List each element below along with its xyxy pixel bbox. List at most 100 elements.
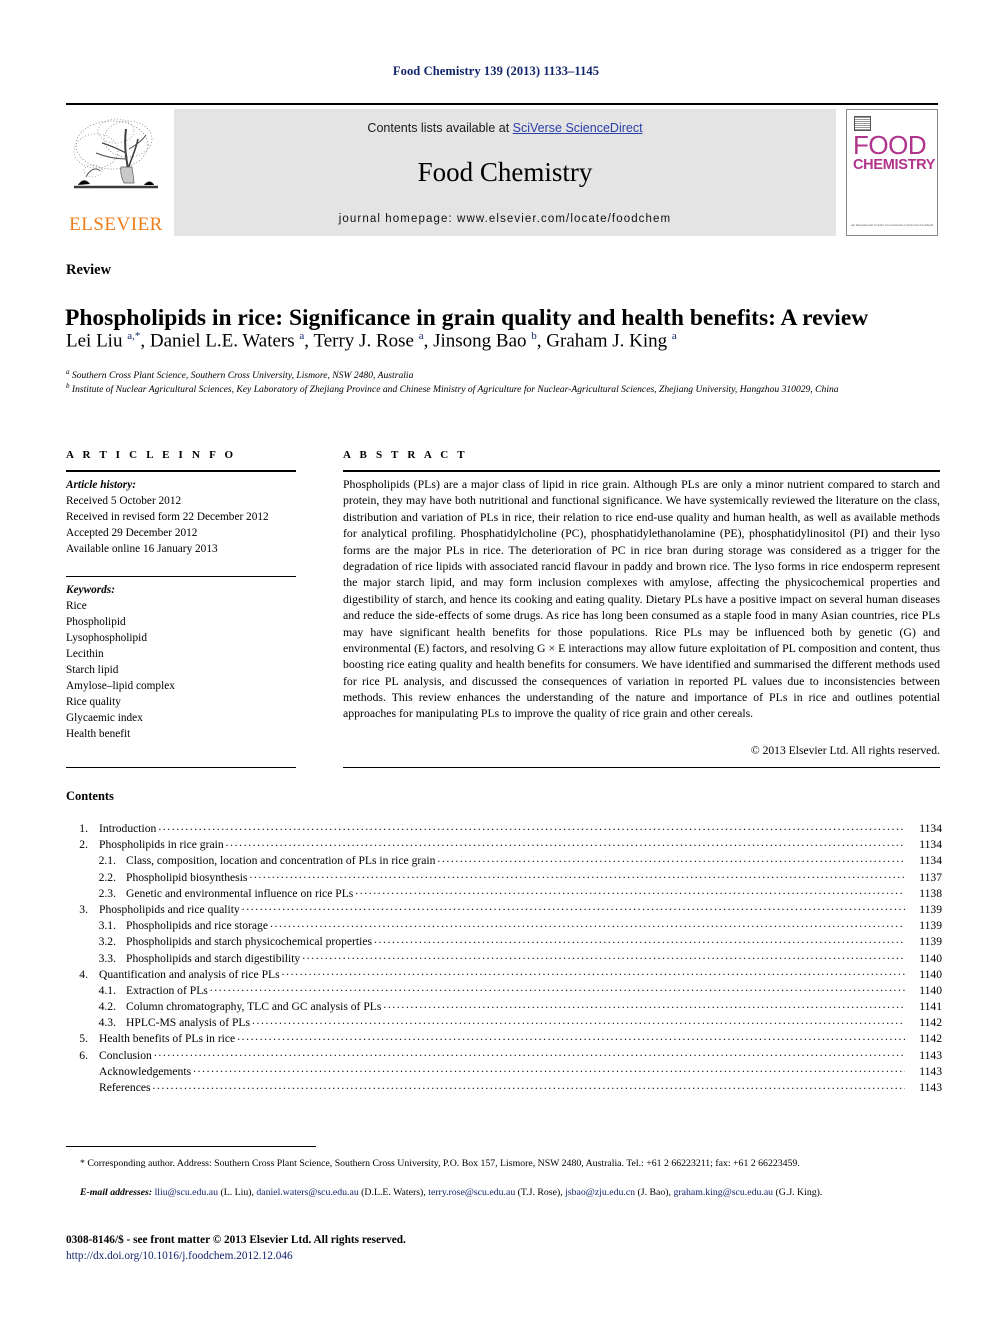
contents-lists-prefix: Contents lists available at: [367, 121, 513, 135]
history-item: Accepted 29 December 2012: [66, 527, 198, 540]
toc-entry-label: Acknowledgements: [99, 1064, 192, 1078]
toc-leader-dots: ........................................…: [281, 965, 905, 979]
keyword-item: Starch lipid: [66, 664, 119, 677]
affiliation-b-text: Institute of Nuclear Agricultural Scienc…: [71, 384, 839, 396]
email-address[interactable]: jsbao@zju.edu.cn: [565, 1187, 635, 1198]
toc-entry-page: 1139: [919, 935, 942, 949]
toc-entry-label: Health benefits of PLs in rice: [99, 1032, 236, 1046]
toc-entry-page: 1143: [919, 1081, 942, 1094]
history-item: Received 5 October 2012: [66, 495, 182, 508]
running-head: Food Chemistry 139 (2013) 1133–1145: [392, 64, 600, 78]
abstract-divider-top: [343, 470, 940, 472]
contents-heading: Contents: [66, 789, 114, 803]
abstract-divider-bottom: [343, 767, 940, 768]
journal-homepage[interactable]: journal homepage: www.elsevier.com/locat…: [174, 213, 836, 225]
toc-entry-page: 1138: [919, 886, 942, 900]
email-addresses-label: E-mail addresses:: [80, 1187, 153, 1198]
email-owner: (L. Liu),: [218, 1187, 254, 1198]
toc-leader-dots: ........................................…: [252, 1013, 905, 1027]
contents-lists-line: Contents lists available at SciVerse Sci…: [174, 121, 836, 135]
keyword-item: Lecithin: [66, 648, 104, 661]
email-address[interactable]: lliu@scu.edu.au: [155, 1187, 218, 1198]
journal-article-page: Food Chemistry 139 (2013) 1133–1145 ELSE…: [0, 0, 992, 1323]
toc-entry-label: Phospholipids and rice storage: [126, 919, 269, 933]
toc-entry-number: 1.: [79, 822, 88, 835]
keyword-item: Health benefit: [66, 728, 131, 741]
author-list: Lei Liu a,*, Daniel L.E. Waters a, Terry…: [66, 330, 677, 352]
doi-link[interactable]: http://dx.doi.org/10.1016/j.foodchem.201…: [66, 1248, 666, 1264]
toc-entry-number: 4.: [79, 967, 88, 981]
toc-entry-label: Phospholipids and starch digestibility: [126, 951, 301, 965]
toc-entry-number: 2.2.: [98, 870, 116, 884]
toc-entry-page: 1142: [919, 1032, 942, 1046]
toc-entry-page: 1137: [919, 870, 942, 884]
toc-leader-dots: ........................................…: [302, 949, 905, 962]
toc-entry[interactable]: References..............................…: [66, 1078, 942, 1097]
toc-leader-dots: ........................................…: [249, 868, 905, 882]
toc-entry-label: Phospholipids and starch physicochemical…: [126, 935, 372, 949]
article-info-heading: A R T I C L E I N F O: [66, 449, 237, 461]
cover-footer-text: An International Journal www.elsevier.co…: [850, 222, 934, 227]
toc-entry-page: 1143: [919, 1064, 942, 1078]
email-owner: (T.J. Rose),: [515, 1187, 563, 1198]
toc-entry-number: 3.3.: [98, 951, 116, 965]
toc-entry-number: 3.1.: [98, 919, 116, 933]
elsevier-logo: ELSEVIER: [66, 109, 166, 236]
toc-leader-dots: ........................................…: [193, 1062, 905, 1076]
keyword-item: Rice: [66, 600, 87, 613]
toc-entry-page: 1134: [919, 822, 942, 835]
affiliation-a: a Southern Cross Plant Science, Southern…: [66, 368, 414, 382]
toc-entry-page: 1134: [919, 838, 942, 852]
toc-entry-label: HPLC-MS analysis of PLs: [126, 1016, 250, 1030]
toc-leader-dots: ........................................…: [270, 916, 905, 930]
email-address-list: lliu@scu.edu.au (L. Liu), daniel.waters@…: [155, 1187, 823, 1198]
email-address[interactable]: terry.rose@scu.edu.au: [428, 1187, 515, 1198]
journal-masthead: ELSEVIER Contents lists available at Sci…: [66, 103, 938, 236]
abstract-text: Phospholipids (PLs) are a major class of…: [343, 477, 940, 721]
toc-entry-page: 1142: [919, 1016, 942, 1030]
article-history-label: Article history:: [66, 479, 136, 491]
elsevier-wordmark: ELSEVIER: [69, 214, 163, 235]
toc-entry-label: Column chromatography, TLC and GC analys…: [126, 1000, 382, 1014]
table-of-contents: 1. Introduction..........................…: [66, 820, 942, 1097]
abstract-heading: A B S T R A C T: [343, 449, 468, 461]
toc-entry-number: 6.: [79, 1048, 88, 1062]
toc-entry-label: References: [99, 1081, 151, 1094]
sciencedirect-link[interactable]: SciVerse ScienceDirect: [513, 121, 643, 135]
toc-entry-number: 2.: [79, 838, 88, 852]
toc-entry-label: Introduction: [99, 822, 157, 835]
toc-entry-page: 1139: [919, 919, 942, 933]
footnote-email-addresses: E-mail addresses: lliu@scu.edu.au (L. Li…: [66, 1186, 942, 1200]
abstract-copyright: © 2013 Elsevier Ltd. All rights reserved…: [750, 744, 940, 757]
toc-entry-number: 3.2.: [98, 935, 116, 949]
toc-entry-label: Phospholipids in rice grain: [99, 838, 224, 852]
toc-leader-dots: ........................................…: [241, 900, 905, 914]
keyword-item: Rice quality: [66, 696, 121, 709]
keyword-item: Glycaemic index: [66, 712, 143, 725]
toc-entry-label: Phospholipids and rice quality: [99, 902, 240, 916]
toc-entry-label: Conclusion: [99, 1048, 152, 1062]
toc-entry-number: 3.: [79, 902, 88, 916]
journal-cover-thumbnail: FOOD CHEMISTRY An International Journal …: [846, 109, 938, 236]
toc-entry-number: 4.2.: [98, 1000, 116, 1014]
keyword-item: Lysophospholipid: [66, 632, 147, 645]
toc-entry-number: 2.3.: [98, 886, 116, 900]
toc-leader-dots: ........................................…: [225, 835, 905, 849]
cover-title-food: FOOD: [853, 130, 927, 160]
journal-banner: Contents lists available at SciVerse Sci…: [174, 109, 836, 236]
toc-leader-dots: ........................................…: [152, 1078, 906, 1092]
toc-entry-label: Class, composition, location and concent…: [126, 854, 436, 868]
toc-leader-dots: ........................................…: [153, 1046, 905, 1060]
keyword-item: Phospholipid: [66, 616, 126, 629]
email-address[interactable]: daniel.waters@scu.edu.au: [256, 1187, 358, 1198]
toc-leader-dots: ........................................…: [237, 1029, 905, 1043]
email-owner: (G.J. King).: [773, 1187, 823, 1198]
toc-entry-page: 1134: [919, 854, 942, 868]
elsevier-tree-icon: [73, 118, 158, 189]
toc-entry-page: 1140: [919, 983, 942, 997]
email-address[interactable]: graham.king@scu.edu.au: [673, 1187, 773, 1198]
toc-entry-label: Extraction of PLs: [126, 983, 208, 997]
toc-entry-number: 2.1.: [98, 854, 116, 868]
article-history-block: Article history: Received 5 October 2012…: [66, 477, 296, 557]
email-owner: (D.L.E. Waters),: [358, 1187, 426, 1198]
